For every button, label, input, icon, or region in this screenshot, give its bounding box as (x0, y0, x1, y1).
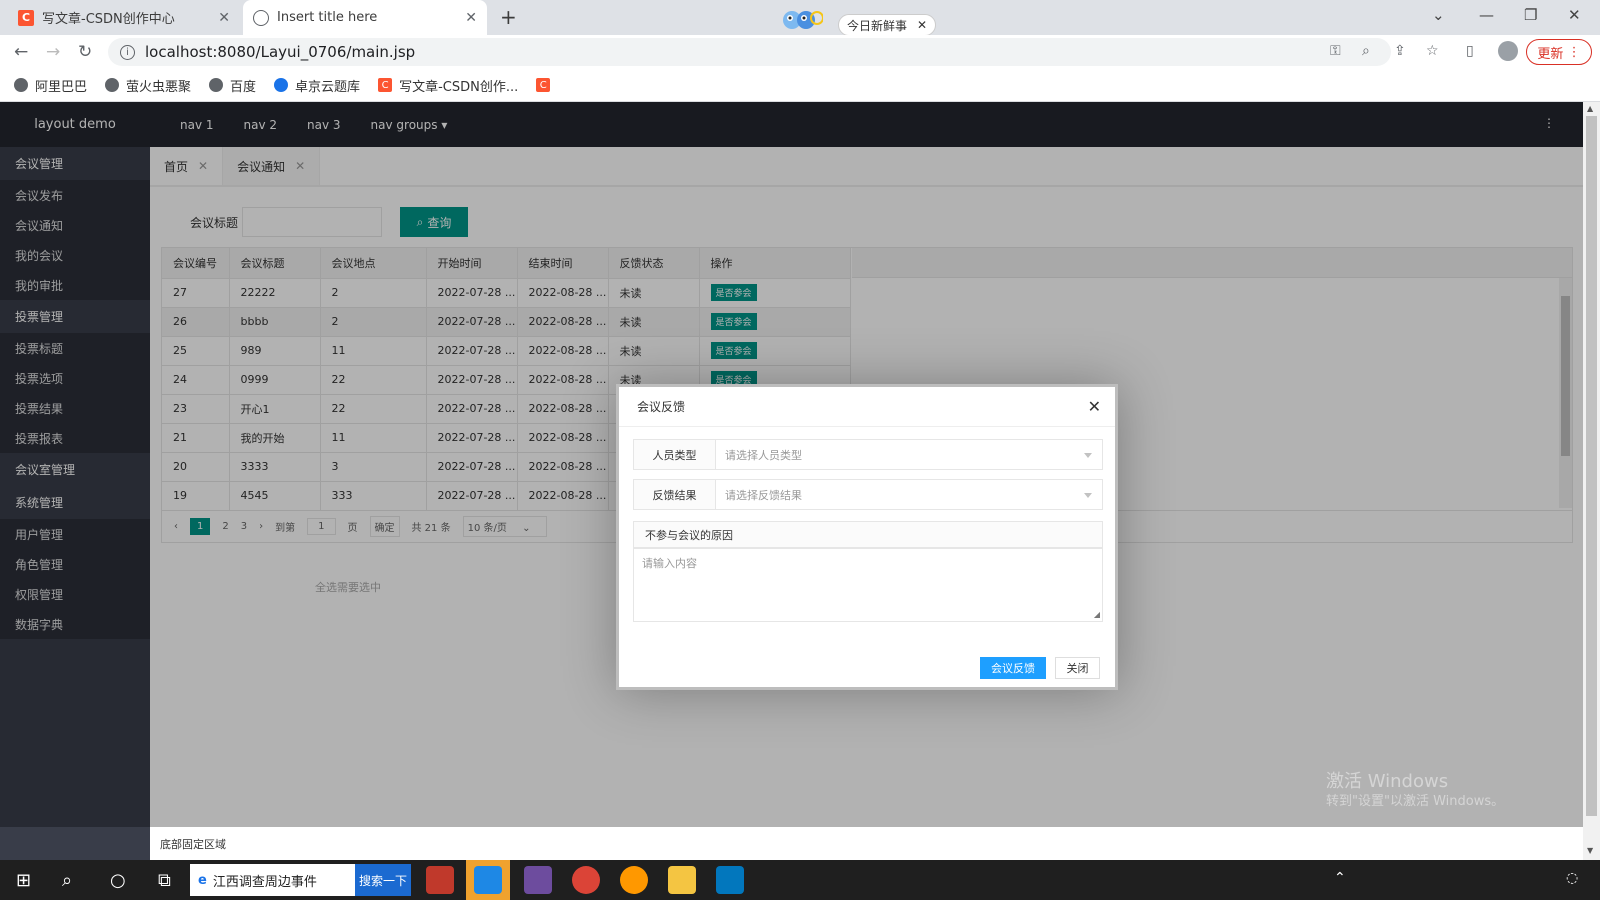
globe-icon (253, 9, 269, 26)
app-icon[interactable] (426, 866, 454, 894)
csdn-icon: C (536, 78, 551, 92)
watermark-line2: 转到"设置"以激活 Windows。 (1326, 794, 1505, 809)
news-pill[interactable]: 今日新鲜事 ✕ (838, 14, 937, 36)
minimize-icon[interactable]: — (1479, 6, 1494, 24)
resize-grip-icon[interactable]: ◢ (1094, 610, 1100, 619)
browser-tab-active[interactable]: Insert title here ✕ (243, 0, 487, 35)
browser-app-icon[interactable] (620, 866, 648, 894)
submit-feedback-button[interactable]: 会议反馈 (980, 657, 1046, 679)
bookmark-item[interactable]: 百度 (209, 76, 256, 95)
bookmark-item[interactable]: 阿里巴巴 (14, 76, 87, 95)
caret-down-icon (1084, 453, 1092, 458)
tab-search-icon[interactable]: ⌄ (1432, 6, 1445, 24)
page-scrollbar[interactable]: ▲ ▼ (1583, 102, 1600, 860)
scroll-up-icon[interactable]: ▲ (1587, 104, 1593, 113)
bookmark-item[interactable]: 萤火虫悪聚 (105, 76, 191, 95)
mascot-icon (783, 11, 823, 29)
globe-icon (209, 78, 224, 92)
select-placeholder: 请选择人员类型 (725, 448, 802, 462)
side-panel-icon[interactable]: ▯ (1466, 43, 1474, 59)
globe-icon (14, 78, 28, 92)
address-toolbar: ← → ↻ i localhost:8080/Layui_0706/main.j… (0, 35, 1600, 69)
bookmark-label: 卓京云题库 (295, 79, 361, 95)
browser-tab-csdn[interactable]: C 写文章-CSDN创作中心 ✕ (8, 0, 240, 35)
windows-start-icon[interactable]: ⊞ (16, 870, 31, 891)
watermark-line1: 激活 Windows (1326, 771, 1449, 792)
close-icon[interactable]: ✕ (1088, 397, 1101, 416)
close-icon[interactable]: ✕ (465, 10, 477, 26)
csdn-icon: C (18, 9, 34, 26)
field-label: 人员类型 (633, 439, 715, 470)
forward-icon[interactable]: → (46, 42, 60, 62)
windows-taskbar: ⊞ ⌕ ○ ⧉ e 江西调查周边事件 搜索一下 ⌃ ◌ (0, 860, 1600, 900)
close-dialog-button[interactable]: 关闭 (1055, 657, 1100, 679)
bookmark-item[interactable]: C (536, 78, 551, 92)
info-icon[interactable]: i (120, 44, 135, 60)
news-pill-label: 今日新鲜事 (847, 18, 908, 33)
browser-tab-strip: C 写文章-CSDN创作中心 ✕ Insert title here ✕ + 今… (0, 0, 1600, 36)
bookmark-label: 百度 (230, 79, 257, 95)
tab-title: 写文章-CSDN创作中心 (42, 12, 175, 27)
ie-icon: e (198, 872, 207, 888)
scrollbar-thumb[interactable] (1586, 116, 1597, 816)
reload-icon[interactable]: ↻ (78, 42, 92, 62)
ide-icon[interactable] (524, 866, 552, 894)
share-icon[interactable]: ⇪ (1394, 43, 1406, 59)
tab-title: Insert title here (277, 10, 378, 25)
notification-icon[interactable]: ◌ (1566, 870, 1578, 886)
bookmark-label: 萤火虫悪聚 (126, 79, 192, 95)
feedback-dialog: 会议反馈 ✕ 人员类型 请选择人员类型 反馈结果 请选择反馈结果 不参与会议的原… (616, 384, 1118, 690)
zoom-icon[interactable]: ⌕ (1362, 43, 1370, 59)
key-icon[interactable]: ⚿ (1330, 43, 1341, 59)
dialog-title: 会议反馈 (619, 387, 1115, 427)
scroll-down-icon[interactable]: ▼ (1587, 846, 1593, 855)
url-text: localhost:8080/Layui_0706/main.jsp (145, 43, 416, 61)
media-app-icon[interactable] (716, 866, 744, 894)
update-button[interactable]: 更新 ⋮ (1526, 39, 1592, 65)
cortana-icon[interactable]: ○ (110, 870, 126, 891)
chrome-icon[interactable] (572, 866, 600, 894)
profile-avatar[interactable] (1498, 41, 1518, 61)
back-icon[interactable]: ← (14, 42, 28, 62)
select-placeholder: 请选择反馈结果 (725, 488, 802, 502)
search-icon[interactable]: ⌕ (62, 870, 72, 891)
task-view-icon[interactable]: ⧉ (158, 870, 171, 891)
globe-icon (105, 78, 120, 92)
close-icon[interactable]: ✕ (218, 10, 230, 26)
bookmark-item[interactable]: C 写文章-CSDN创作... (378, 76, 518, 95)
field-label: 反馈结果 (633, 479, 715, 510)
feishu-icon[interactable] (474, 866, 502, 894)
taskbar-search-button[interactable]: 搜索一下 (355, 864, 411, 896)
new-tab-icon[interactable]: + (500, 5, 517, 29)
bookmark-label: 写文章-CSDN创作... (399, 79, 519, 95)
close-icon[interactable]: ✕ (917, 18, 927, 32)
chevron-up-icon[interactable]: ⌃ (1334, 870, 1346, 886)
update-label: 更新 (1537, 46, 1564, 62)
bookmarks-bar: 阿里巴巴 萤火虫悪聚 百度 卓京云题库 C 写文章-CSDN创作... C (0, 69, 1600, 102)
url-bar[interactable]: i localhost:8080/Layui_0706/main.jsp (108, 38, 1391, 66)
form-row-person-type: 人员类型 请选择人员类型 (633, 439, 1103, 470)
reason-textarea[interactable]: 请输入内容 ◢ (633, 548, 1103, 622)
windows-activation-watermark: 激活 Windows 转到"设置"以激活 Windows。 (1326, 772, 1504, 812)
bookmark-item[interactable]: 卓京云题库 (274, 76, 360, 95)
browser-logo-icon (274, 78, 289, 92)
form-row-feedback-result: 反馈结果 请选择反馈结果 (633, 479, 1103, 510)
footer: 底部固定区域 (150, 827, 1583, 860)
caret-down-icon (1084, 493, 1092, 498)
textarea-placeholder: 请输入内容 (642, 557, 697, 570)
window-close-icon[interactable]: ✕ (1568, 6, 1581, 24)
bookmark-label: 阿里巴巴 (35, 79, 88, 95)
bookmark-star-icon[interactable]: ☆ (1426, 43, 1439, 59)
feedback-result-select[interactable]: 请选择反馈结果 (715, 479, 1103, 510)
reason-label: 不参与会议的原因 (633, 521, 1103, 548)
taskbar-search-box[interactable]: e 江西调查周边事件 (190, 864, 355, 896)
csdn-icon: C (378, 78, 393, 92)
taskbar-search-text: 江西调查周边事件 (212, 874, 317, 890)
restore-icon[interactable]: ❐ (1524, 6, 1537, 24)
person-type-select[interactable]: 请选择人员类型 (715, 439, 1103, 470)
footer-text: 底部固定区域 (160, 837, 226, 851)
file-explorer-icon[interactable] (668, 866, 696, 894)
